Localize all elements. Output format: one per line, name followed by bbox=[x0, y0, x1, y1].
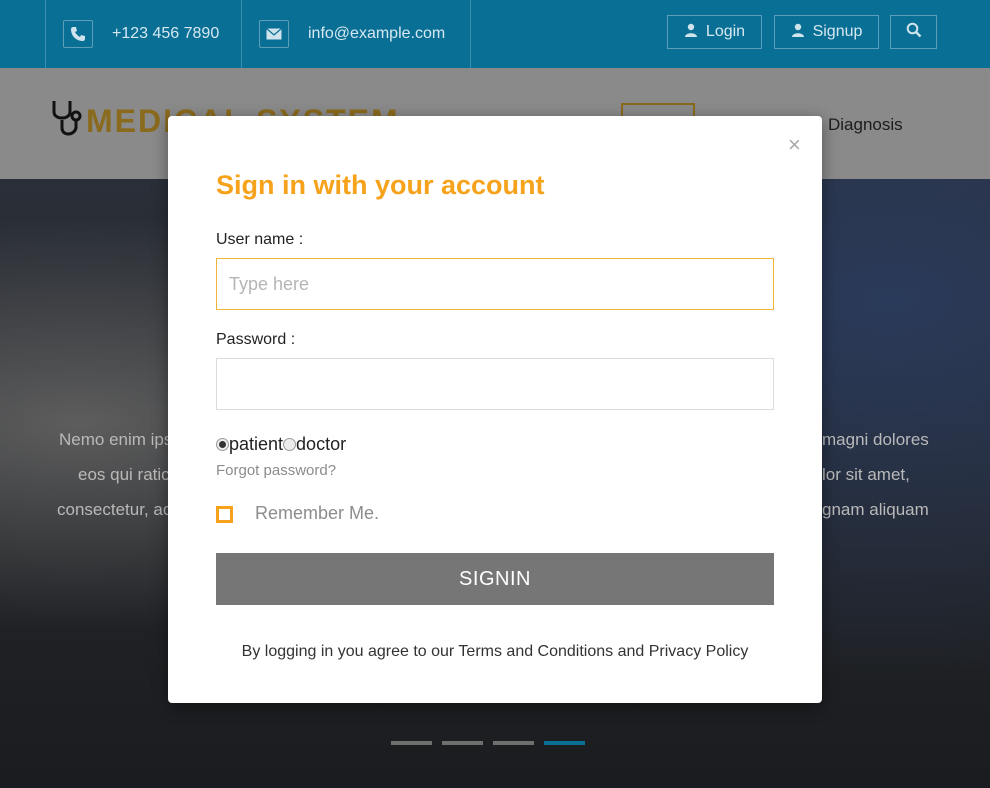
slider-dots bbox=[391, 741, 585, 745]
login-label: Login bbox=[705, 23, 746, 40]
signin-button[interactable]: SIGNIN bbox=[216, 553, 774, 605]
login-button[interactable]: Login bbox=[667, 15, 762, 49]
search-icon bbox=[906, 22, 922, 43]
mail-icon bbox=[259, 20, 289, 48]
hero-text-line: eos qui ratic bbox=[78, 465, 170, 484]
hero-text-line: magni dolores bbox=[822, 430, 929, 449]
hero-text-line: Nemo enim ips bbox=[59, 430, 173, 449]
phone-contact: +123 456 7890 bbox=[45, 0, 242, 68]
terms-text: By logging in you agree to our Terms and… bbox=[241, 643, 749, 660]
radio-patient-label: patient bbox=[229, 434, 284, 454]
close-icon[interactable]: × bbox=[788, 134, 801, 156]
modal-title: Sign in with your account bbox=[216, 170, 545, 200]
hero-text-line: consectetur, ac bbox=[57, 500, 172, 519]
role-radio-group: patient doctor bbox=[216, 434, 346, 455]
username-input[interactable] bbox=[216, 258, 774, 310]
email-address: info@example.com bbox=[308, 25, 446, 42]
password-input[interactable] bbox=[216, 358, 774, 410]
phone-number: +123 456 7890 bbox=[112, 25, 220, 42]
forgot-password-link[interactable]: Forgot password? bbox=[216, 462, 336, 479]
signin-modal: × Sign in with your account User name : … bbox=[168, 116, 822, 703]
password-label: Password : bbox=[216, 331, 296, 348]
remember-me-checkbox[interactable] bbox=[216, 506, 233, 523]
user-icon bbox=[791, 23, 805, 42]
phone-icon bbox=[63, 20, 93, 48]
slider-dot[interactable] bbox=[493, 741, 534, 745]
slider-dot[interactable] bbox=[391, 741, 432, 745]
signup-label: Signup bbox=[812, 23, 863, 40]
remember-me-label: Remember Me. bbox=[255, 503, 380, 523]
slider-dot-active[interactable] bbox=[544, 741, 585, 745]
user-icon bbox=[684, 23, 698, 42]
hero-text-line: lor sit amet, bbox=[822, 465, 910, 484]
top-bar: +123 456 7890 info@example.com Login Sig… bbox=[0, 0, 990, 68]
hero-text-line: gnam aliquam bbox=[822, 500, 929, 519]
signup-button[interactable]: Signup bbox=[774, 15, 879, 49]
search-button[interactable] bbox=[890, 15, 937, 49]
slider-dot[interactable] bbox=[442, 741, 483, 745]
username-label: User name : bbox=[216, 231, 304, 248]
radio-doctor[interactable] bbox=[283, 438, 297, 451]
stethoscope-icon bbox=[48, 98, 82, 145]
nav-item-diagnosis[interactable]: Diagnosis bbox=[828, 115, 903, 135]
email-contact: info@example.com bbox=[241, 0, 471, 68]
radio-doctor-label: doctor bbox=[296, 434, 347, 454]
radio-patient[interactable] bbox=[216, 438, 229, 451]
